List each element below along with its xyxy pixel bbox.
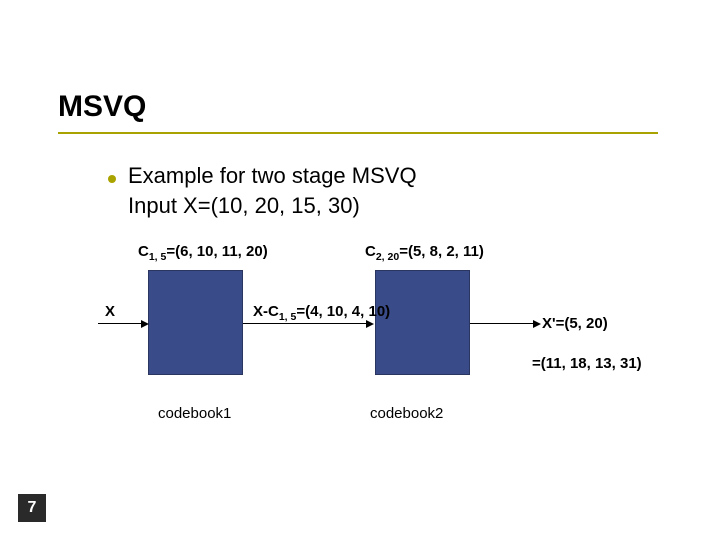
bullet-icon <box>108 175 116 183</box>
stage2-codeword-label: C2, 20=(5, 8, 2, 11) <box>365 243 484 263</box>
stage1-codeword-label: C1, 5=(6, 10, 11, 20) <box>138 243 268 263</box>
input-x-label: X <box>105 303 115 320</box>
page-number: 7 <box>18 494 46 522</box>
reconstruction-sum-label: =(11, 18, 13, 31) <box>532 355 642 372</box>
arrow-1-head <box>141 320 149 328</box>
codebook1-box <box>148 270 243 375</box>
title-underline <box>58 132 658 134</box>
arrow-1 <box>98 323 143 324</box>
bullet-text-1: Example for two stage MSVQ <box>128 163 417 189</box>
codebook1-caption: codebook1 <box>158 405 231 422</box>
arrow-3 <box>470 323 535 324</box>
output-xprime-label: X'=(5, 20) <box>542 315 608 332</box>
bullet-text-2: Input X=(10, 20, 15, 30) <box>128 193 360 219</box>
codebook2-caption: codebook2 <box>370 405 443 422</box>
slide-title: MSVQ <box>58 90 146 124</box>
arrow-2-head <box>366 320 374 328</box>
arrow-2 <box>243 323 368 324</box>
arrow-3-head <box>533 320 541 328</box>
